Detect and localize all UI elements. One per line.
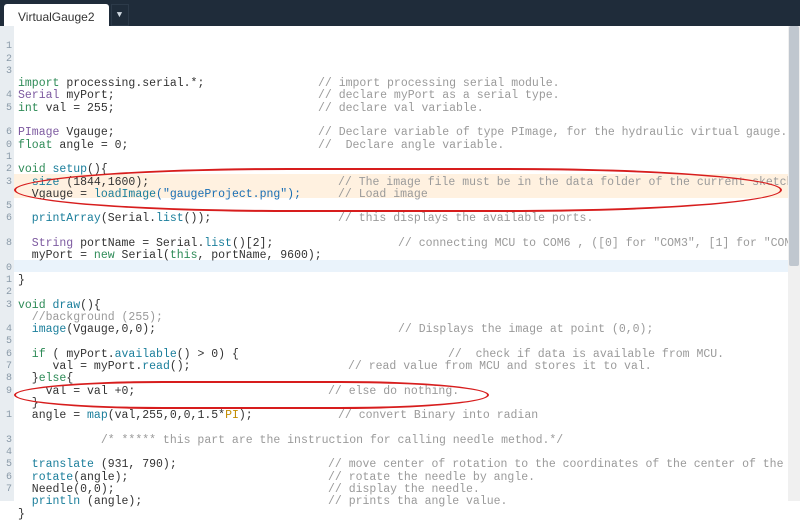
code-editor[interactable]: import processing.serial.*;// import pro… (14, 26, 800, 501)
chevron-down-icon: ▼ (117, 10, 122, 20)
scroll-thumb[interactable] (789, 26, 799, 266)
tab-dropdown[interactable]: ▼ (111, 4, 129, 26)
tab-bar: VirtualGauge2 ▼ (0, 0, 800, 26)
vertical-scrollbar[interactable] (788, 26, 800, 501)
file-tab[interactable]: VirtualGauge2 (4, 4, 109, 26)
line-gutter: 12345601235680123456789134567 (0, 26, 14, 501)
tab-title: VirtualGauge2 (18, 10, 95, 24)
